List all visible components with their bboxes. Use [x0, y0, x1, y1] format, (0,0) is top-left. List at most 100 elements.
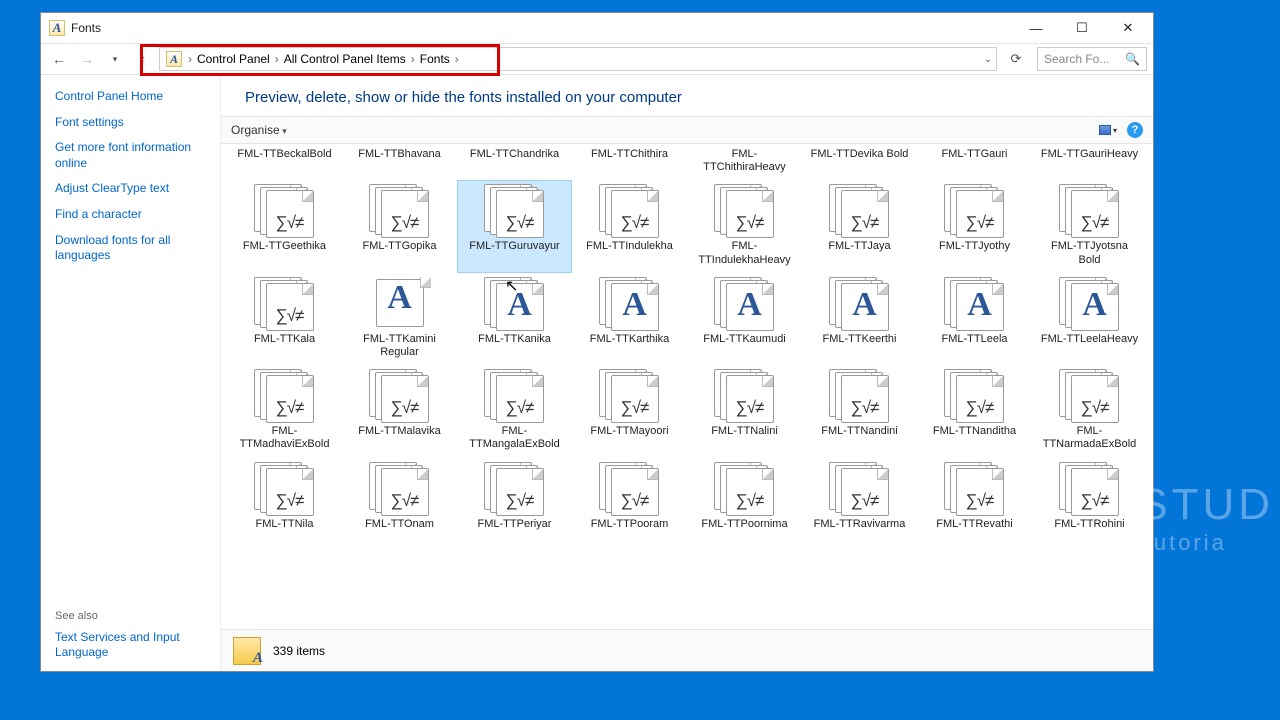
see-also-link[interactable]: Text Services and Input Language — [55, 630, 206, 661]
font-label: FML-TTPeriyar — [478, 518, 552, 531]
font-item[interactable]: AFML-TTKarthika — [572, 273, 687, 365]
close-button[interactable]: ✕ — [1105, 13, 1151, 43]
font-item[interactable]: ∑√≠FML-TTRevathi — [917, 458, 1032, 537]
forward-button[interactable]: → — [75, 47, 99, 71]
font-item[interactable]: ∑√≠ FML-TTPooram — [572, 458, 687, 537]
chevron-icon[interactable]: › — [273, 52, 281, 66]
font-item[interactable]: AFML-TTKamini Regular — [342, 273, 457, 365]
font-file-icon: ∑√≠ — [599, 462, 661, 514]
font-label: FML-TTKarthika — [590, 333, 669, 346]
address-bar: ← → ▾ ↑ A › Control Panel › All Control … — [41, 43, 1153, 75]
font-item[interactable]: ∑√≠FML-TTKala — [227, 273, 342, 365]
font-grid-scroll[interactable]: FML-TTBeckalBoldFML-TTBhavana FML-TTChand… — [221, 144, 1153, 629]
maximize-button[interactable]: ☐ — [1059, 13, 1105, 43]
chevron-icon[interactable]: › — [186, 52, 194, 66]
organise-menu[interactable]: Organise — [231, 123, 287, 137]
font-file-icon: ∑√≠ — [254, 184, 316, 236]
chevron-icon[interactable]: › — [409, 52, 417, 66]
help-button[interactable]: ? — [1127, 122, 1143, 138]
font-label: FML-TTGopika — [363, 240, 437, 253]
view-options-button[interactable]: ▾ — [1099, 125, 1117, 135]
font-file-icon: ∑√≠ — [829, 369, 891, 421]
font-label: FML-TTPooram — [591, 518, 669, 531]
font-item[interactable]: FML-TTBhavana — [342, 148, 457, 180]
refresh-button[interactable]: ⟳ — [1005, 48, 1027, 70]
font-item[interactable]: FML-TTChandrika — [457, 148, 572, 180]
font-item[interactable]: ∑√≠FML-TTJaya — [802, 180, 917, 272]
font-item[interactable]: ∑√≠FML-TTOnam — [342, 458, 457, 537]
font-file-icon: A — [369, 277, 431, 329]
font-label: FML-TTGeethika — [243, 240, 326, 253]
font-item[interactable]: A FML-TTKanika — [457, 273, 572, 365]
font-file-icon: A — [484, 277, 546, 329]
font-item[interactable]: ∑√≠FML-TTMadhaviExBold — [227, 365, 342, 457]
font-item[interactable]: ∑√≠ FML-TTGeethika — [227, 180, 342, 272]
font-item[interactable]: ∑√≠FML-TTJyothy — [917, 180, 1032, 272]
breadcrumb-item[interactable]: All Control Panel Items — [281, 52, 409, 66]
search-input[interactable]: Search Fo... 🔍 — [1037, 47, 1147, 71]
sidebar-link[interactable]: Adjust ClearType text — [55, 181, 206, 197]
sidebar-link[interactable]: Get more font information online — [55, 140, 206, 171]
font-file-icon: ∑√≠ — [369, 462, 431, 514]
sidebar-link[interactable]: Find a character — [55, 207, 206, 223]
font-file-icon: ∑√≠ — [829, 462, 891, 514]
font-item[interactable]: ∑√≠FML-TTMayoori — [572, 365, 687, 457]
font-item[interactable]: ∑√≠FML-TTNandini — [802, 365, 917, 457]
font-item[interactable]: AFML-TTLeelaHeavy — [1032, 273, 1147, 365]
font-item[interactable]: ∑√≠FML-TTNalini — [687, 365, 802, 457]
font-item[interactable]: ∑√≠FML-TTGopika — [342, 180, 457, 272]
breadcrumb-item[interactable]: Control Panel — [194, 52, 273, 66]
window-title: Fonts — [71, 21, 101, 35]
breadcrumb[interactable]: A › Control Panel › All Control Panel It… — [159, 47, 997, 71]
font-file-icon: A — [1059, 277, 1121, 329]
font-item[interactable]: ∑√≠FML-TTGuruvayur — [457, 180, 572, 272]
font-item[interactable]: AFML-TTLeela — [917, 273, 1032, 365]
font-item[interactable]: ∑√≠FML-TTNarmadaExBold — [1032, 365, 1147, 457]
toolbar: Organise ▾ ? — [221, 116, 1153, 144]
font-item[interactable]: FML-TTBeckalBold — [227, 148, 342, 180]
font-file-icon: A — [944, 277, 1006, 329]
chevron-icon[interactable]: › — [453, 52, 461, 66]
font-file-icon: ∑√≠ — [484, 369, 546, 421]
font-item[interactable]: ∑√≠FML-TTRavivarma — [802, 458, 917, 537]
font-item[interactable]: AFML-TTKeerthi — [802, 273, 917, 365]
up-button[interactable]: ↑ — [131, 47, 155, 71]
font-label: FML-TTMalavika — [358, 425, 441, 438]
font-item[interactable]: ∑√≠FML-TTIndulekha — [572, 180, 687, 272]
font-label: FML-TTChandrika — [470, 148, 559, 161]
font-item[interactable]: ∑√≠FML-TTNila — [227, 458, 342, 537]
font-item[interactable]: AFML-TTKaumudi — [687, 273, 802, 365]
font-item[interactable]: ∑√≠FML-TTNanditha — [917, 365, 1032, 457]
font-label: FML-TTKanika — [478, 333, 551, 346]
breadcrumb-item[interactable]: Fonts — [417, 52, 453, 66]
sidebar-link[interactable]: Download fonts for all languages — [55, 233, 206, 264]
font-item[interactable]: ∑√≠FML-TTJyotsna Bold — [1032, 180, 1147, 272]
font-file-icon: ∑√≠ — [944, 184, 1006, 236]
font-file-icon: ∑√≠ — [254, 462, 316, 514]
font-item[interactable]: FML-TTGauri — [917, 148, 1032, 180]
font-item[interactable]: ∑√≠FML-TTIndulekhaHeavy — [687, 180, 802, 272]
back-button[interactable]: ← — [47, 47, 71, 71]
font-label: FML-TTJyotsna Bold — [1040, 240, 1140, 266]
address-dropdown-icon[interactable]: ⌄ — [984, 54, 992, 65]
font-file-icon: ∑√≠ — [714, 369, 776, 421]
window-buttons: — ☐ ✕ — [1013, 13, 1151, 43]
minimize-button[interactable]: — — [1013, 13, 1059, 43]
font-item[interactable]: ∑√≠FML-TTMalavika — [342, 365, 457, 457]
font-item[interactable]: ∑√≠FML-TTRohini — [1032, 458, 1147, 537]
font-item[interactable]: FML-TTChithiraHeavy — [687, 148, 802, 180]
font-item[interactable]: ∑√≠FML-TTPoornima — [687, 458, 802, 537]
font-item[interactable]: ∑√≠FML-TTMangalaExBold — [457, 365, 572, 457]
control-panel-home-link[interactable]: Control Panel Home — [55, 89, 206, 105]
font-file-icon: ∑√≠ — [599, 184, 661, 236]
font-label: FML-TTNanditha — [933, 425, 1016, 438]
font-item[interactable]: FML-TTChithira — [572, 148, 687, 180]
recent-dropdown[interactable]: ▾ — [103, 47, 127, 71]
font-item[interactable]: FML-TTDevika Bold — [802, 148, 917, 180]
font-item[interactable]: FML-TTGauriHeavy — [1032, 148, 1147, 180]
font-item[interactable]: ∑√≠FML-TTPeriyar — [457, 458, 572, 537]
font-file-icon: ∑√≠ — [714, 462, 776, 514]
sidebar: Control Panel Home Font settings Get more… — [41, 75, 221, 671]
font-file-icon: ∑√≠ — [254, 369, 316, 421]
sidebar-link[interactable]: Font settings — [55, 115, 206, 131]
